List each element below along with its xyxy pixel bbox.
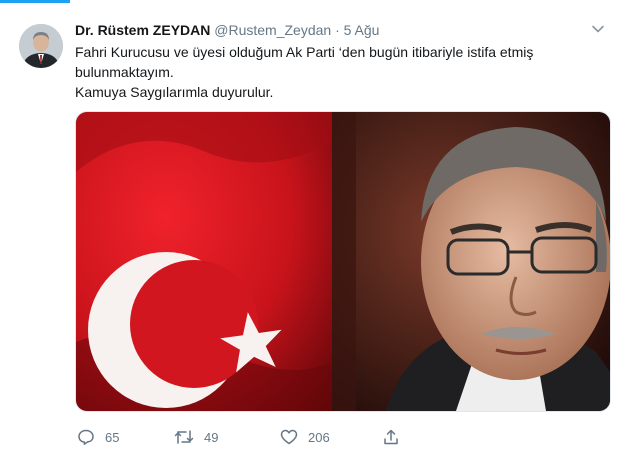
- tweet-text: Fahri Kurucusu ve üyesi olduğum Ak Parti…: [75, 42, 585, 102]
- tweet-text-line: Fahri Kurucusu ve üyesi olduğum Ak Parti…: [75, 44, 534, 60]
- tweet-text-line: bulunmaktayım.: [75, 64, 174, 80]
- chevron-down-icon[interactable]: [590, 22, 606, 36]
- retweet-icon: [174, 430, 194, 444]
- retweet-count: 49: [204, 429, 219, 445]
- share-button[interactable]: [382, 426, 410, 448]
- tweet-actions: 65 49 206: [75, 426, 595, 448]
- retweet-button[interactable]: 49: [174, 426, 218, 448]
- like-icon: [280, 429, 298, 445]
- timeline-accent-bar: [0, 0, 70, 3]
- turkish-flag-image: [76, 112, 332, 411]
- reply-count: 65: [105, 429, 120, 445]
- share-icon: [384, 429, 398, 445]
- tweet-header: Dr. Rüstem ZEYDAN @Rustem_Zeydan · 5 Ağu: [75, 20, 595, 40]
- reply-button[interactable]: 65: [77, 426, 119, 448]
- portrait-image: [332, 112, 610, 411]
- meta-separator: ·: [331, 22, 344, 38]
- tweet-date[interactable]: 5 Ağu: [344, 22, 380, 38]
- reply-icon: [78, 429, 94, 445]
- like-count: 206: [308, 429, 330, 445]
- author-handle[interactable]: @Rustem_Zeydan: [214, 22, 331, 38]
- avatar[interactable]: [19, 24, 63, 68]
- author-name[interactable]: Dr. Rüstem ZEYDAN: [75, 22, 210, 38]
- like-button[interactable]: 206: [280, 426, 330, 448]
- tweet-text-line: Kamuya Saygılarımla duyurulur.: [75, 84, 274, 100]
- tweet-media[interactable]: [75, 111, 611, 412]
